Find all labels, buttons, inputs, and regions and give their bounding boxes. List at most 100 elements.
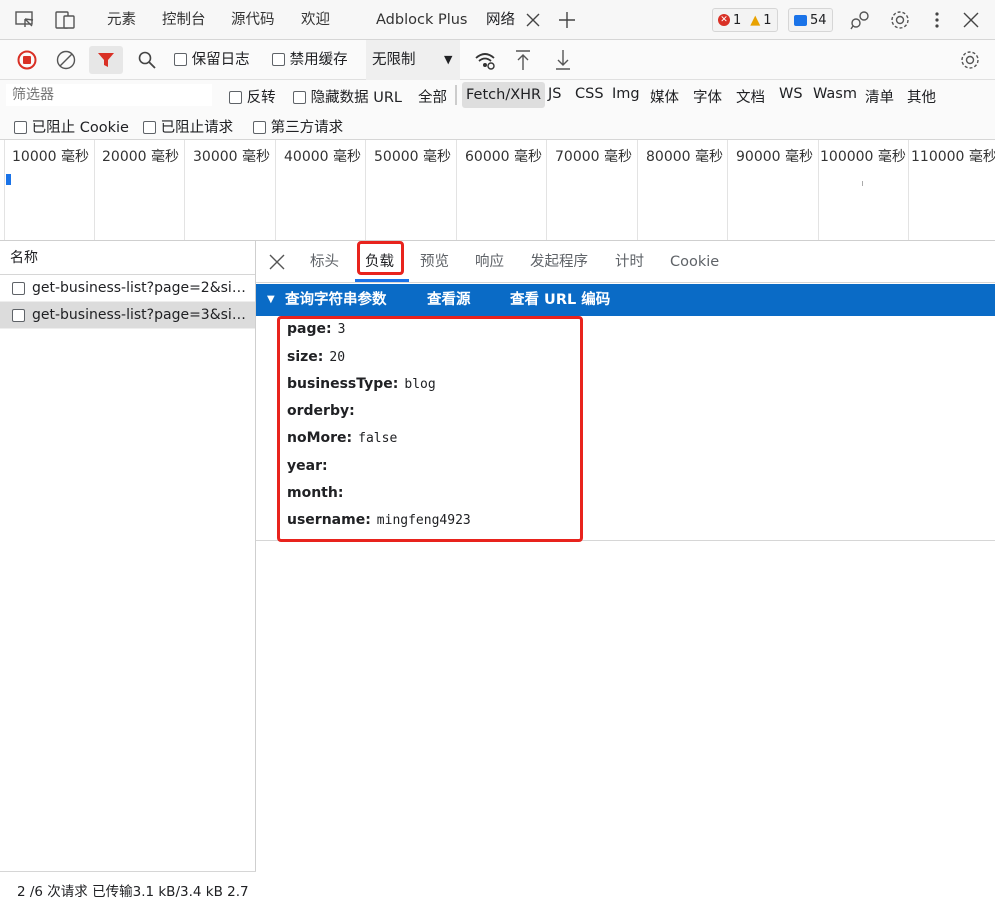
filter-icon[interactable] [89, 46, 123, 74]
tab-cookies[interactable]: Cookie [670, 241, 719, 283]
timeline-tick: 40000 毫秒 [275, 140, 361, 240]
device-toolbar-icon[interactable] [54, 10, 78, 30]
type-filter-js[interactable]: JS [548, 86, 561, 102]
param-row: month: [287, 485, 349, 501]
view-url-encoded-link[interactable]: 查看 URL 编码 [510, 284, 610, 316]
close-tab-icon[interactable] [524, 11, 542, 29]
param-row: size: 20 [287, 349, 345, 365]
tick-label: 50000 毫秒 [374, 149, 451, 165]
preserve-log-checkbox[interactable]: 保留日志 [174, 40, 250, 80]
hide-data-urls-checkbox[interactable]: 隐藏数据 URL [293, 86, 402, 107]
tick-label: 90000 毫秒 [736, 149, 813, 165]
import-har-icon[interactable] [513, 48, 533, 72]
third-party-checkbox[interactable]: 第三方请求 [253, 116, 343, 137]
timeline-tick: 10000 毫秒 [4, 140, 89, 240]
tick-label: 20000 毫秒 [102, 149, 179, 165]
tab-timing[interactable]: 计时 [615, 241, 644, 283]
param-key: noMore: [287, 430, 353, 446]
divider [455, 85, 457, 105]
more-options-icon[interactable] [928, 9, 946, 31]
tick-label: 60000 毫秒 [465, 149, 542, 165]
tick-label: 30000 毫秒 [193, 149, 270, 165]
timeline-overview[interactable]: 10000 毫秒 20000 毫秒 30000 毫秒 40000 毫秒 5000… [0, 140, 995, 241]
settings-icon[interactable] [889, 9, 911, 31]
request-name: get-business-list?page=2&size... [32, 279, 250, 296]
blocked-requests-checkbox[interactable]: 已阻止请求 [143, 116, 233, 137]
query-string-section-header[interactable]: ▼ 查询字符串参数 查看源 查看 URL 编码 [256, 284, 995, 316]
clear-icon[interactable] [55, 49, 77, 71]
checkbox-icon [293, 91, 306, 104]
filter-bar: 反转 隐藏数据 URL 全部 Fetch/XHR JS CSS Img 媒体 字… [0, 80, 995, 140]
disable-cache-checkbox[interactable]: 禁用缓存 [272, 40, 348, 80]
param-row: username: mingfeng4923 [287, 512, 471, 528]
expand-triangle-icon: ▼ [267, 294, 275, 305]
tab-sources[interactable]: 源代码 [231, 0, 275, 40]
tick-label: 10000 毫秒 [12, 149, 89, 165]
filter-input[interactable] [6, 84, 212, 106]
tab-preview[interactable]: 预览 [420, 241, 449, 283]
name-column-header[interactable]: 名称 [0, 241, 255, 275]
record-stop-icon[interactable] [16, 49, 38, 71]
tab-network[interactable]: 网络 [486, 0, 515, 40]
type-filter-other[interactable]: 其他 [907, 86, 936, 107]
type-filter-doc[interactable]: 文档 [736, 86, 765, 107]
tick-label: 80000 毫秒 [646, 149, 723, 165]
third-party-label: 第三方请求 [270, 120, 344, 136]
tab-console[interactable]: 控制台 [162, 0, 206, 40]
tab-response[interactable]: 响应 [475, 241, 504, 283]
tab-welcome[interactable]: 欢迎 [301, 0, 330, 40]
request-row-selected[interactable]: get-business-list?page=3&size... [0, 302, 255, 329]
export-har-icon[interactable] [553, 48, 573, 72]
type-filter-all[interactable]: 全部 [418, 86, 447, 107]
timeline-tick: 90000 毫秒 [727, 140, 813, 240]
search-icon[interactable] [136, 49, 158, 71]
tab-initiator[interactable]: 发起程序 [530, 241, 588, 283]
connections-icon[interactable] [849, 9, 871, 31]
issue-counters[interactable]: ✕ 1 ▲ 1 [712, 8, 778, 32]
network-conditions-icon[interactable] [473, 49, 497, 71]
messages-counter[interactable]: 54 [788, 8, 833, 32]
throttling-select[interactable]: 无限制 ▼ [366, 40, 460, 80]
type-filter-media[interactable]: 媒体 [650, 86, 679, 107]
param-row: orderby: [287, 403, 361, 419]
tab-headers[interactable]: 标头 [310, 241, 339, 283]
param-row: businessType: blog [287, 376, 436, 392]
view-source-link[interactable]: 查看源 [427, 284, 471, 316]
section-title: 查询字符串参数 [285, 292, 387, 308]
error-count: 1 [733, 12, 742, 28]
detail-tabs: 标头 负载 预览 响应 发起程序 计时 Cookie [256, 241, 995, 283]
checkbox-icon [253, 121, 266, 134]
request-marker [862, 181, 863, 186]
tab-payload[interactable]: 负载 [365, 241, 394, 283]
add-tab-icon[interactable] [557, 10, 577, 30]
close-devtools-icon[interactable] [961, 10, 981, 30]
dropdown-arrow-icon: ▼ [444, 53, 453, 66]
invert-checkbox[interactable]: 反转 [229, 86, 276, 107]
request-row[interactable]: get-business-list?page=2&size... [0, 275, 255, 302]
type-filter-manifest[interactable]: 清单 [865, 86, 894, 107]
network-settings-icon[interactable] [958, 48, 982, 72]
checkbox-icon [174, 53, 187, 66]
blocked-cookies-checkbox[interactable]: 已阻止 Cookie [14, 116, 129, 137]
tab-elements[interactable]: 元素 [107, 0, 136, 40]
type-filter-css[interactable]: CSS [575, 86, 604, 102]
type-filter-img[interactable]: Img [612, 86, 640, 102]
param-key: orderby: [287, 403, 355, 419]
checkbox-icon [272, 53, 285, 66]
warning-icon: ▲ [750, 12, 761, 28]
close-details-icon[interactable] [268, 253, 286, 271]
devtools-tab-bar: 元素 控制台 源代码 欢迎 Adblock Plus 网络 ✕ 1 ▲ 1 54 [0, 0, 995, 40]
timeline-tick: 20000 毫秒 [94, 140, 179, 240]
inspect-element-icon[interactable] [14, 10, 36, 30]
type-filter-font[interactable]: 字体 [693, 86, 722, 107]
tab-adblock-plus[interactable]: Adblock Plus [376, 0, 467, 40]
param-key: page: [287, 321, 332, 337]
throttling-value: 无限制 [372, 52, 416, 68]
message-count: 54 [810, 12, 827, 28]
param-value: blog [404, 377, 436, 392]
section-divider [256, 540, 995, 541]
type-filter-ws[interactable]: WS [779, 86, 803, 102]
type-filter-wasm[interactable]: Wasm [813, 86, 857, 102]
invert-label: 反转 [246, 90, 276, 106]
type-filter-fetch-xhr[interactable]: Fetch/XHR [462, 82, 546, 108]
